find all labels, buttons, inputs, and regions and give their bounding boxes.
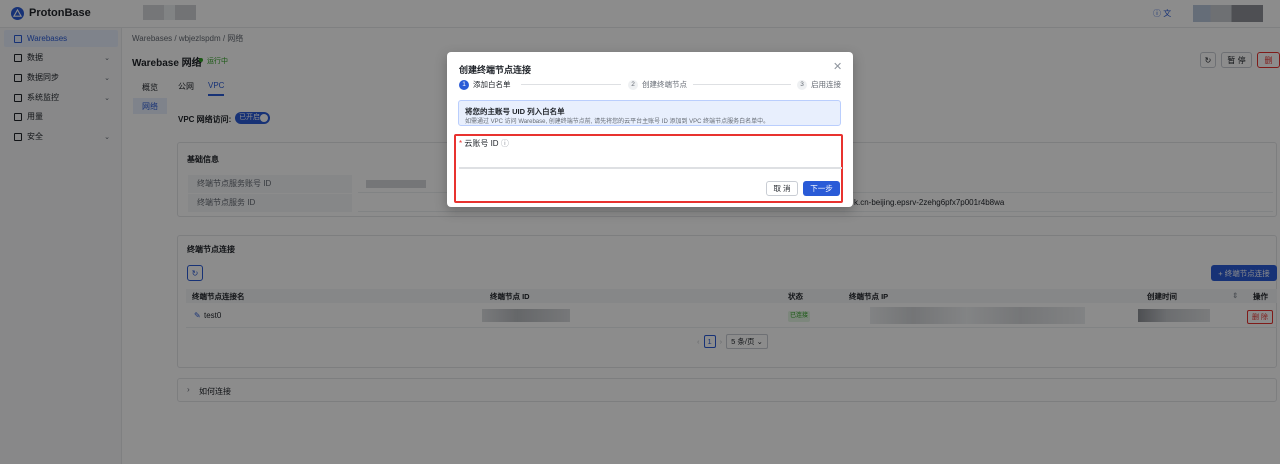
modal-title: 创建终端节点连接 — [459, 65, 532, 75]
step-2: 2 创建终端节点 — [628, 79, 687, 90]
step-number: 1 — [459, 79, 469, 90]
field-label-text: 云账号 ID — [464, 139, 499, 148]
step-label: 添加白名单 — [473, 80, 511, 89]
info-icon: ⓘ — [500, 139, 509, 148]
next-step-button[interactable]: 下一步 — [803, 181, 840, 196]
create-endpoint-modal: 创建终端节点连接 ✕ 1 添加白名单 2 创建终端节点 3 启用连接 将您的主账号 U… — [447, 52, 853, 207]
notice-description: 如需通过 VPC 访问 Warebase, 创建终端节点前, 请先将您的云平台主… — [465, 119, 770, 125]
cancel-button[interactable]: 取 消 — [766, 181, 798, 196]
cloud-account-id-input[interactable] — [459, 152, 842, 168]
step-number: 3 — [797, 79, 807, 90]
close-icon[interactable]: ✕ — [833, 60, 842, 73]
divider — [459, 168, 842, 169]
step-label: 启用连接 — [811, 80, 841, 89]
cloud-account-id-label: * 云账号 ID ⓘ — [459, 138, 509, 149]
step-connector — [521, 84, 621, 85]
step-number: 2 — [628, 79, 638, 90]
step-3: 3 启用连接 — [797, 79, 841, 90]
step-label: 创建终端节点 — [642, 80, 687, 89]
step-1: 1 添加白名单 — [459, 79, 511, 90]
whitelist-notice: 将您的主账号 UID 列入白名单 如需通过 VPC 访问 Warebase, 创… — [458, 100, 841, 126]
step-connector — [693, 84, 791, 85]
